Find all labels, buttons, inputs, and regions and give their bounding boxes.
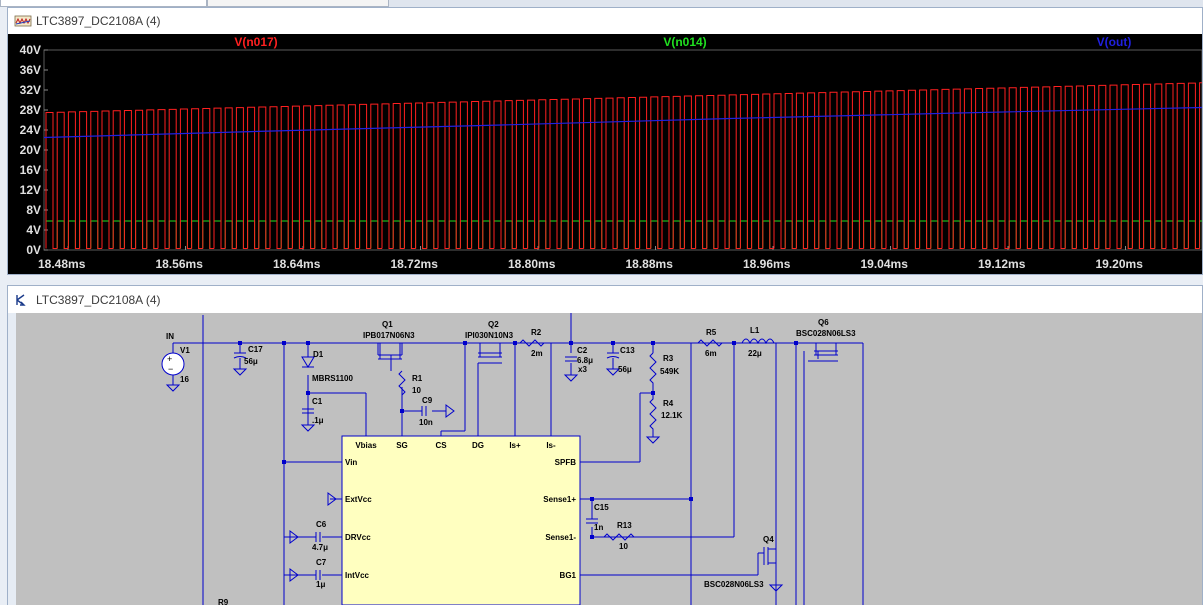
schematic-window[interactable]: LTC3897_DC2108A (4) Vbias SG CS DG Is+ I… xyxy=(7,285,1203,605)
x-tick-label: 18.80ms xyxy=(508,257,556,271)
ic-pin-bg1: BG1 xyxy=(560,571,577,580)
r5-value: 6m xyxy=(705,349,717,358)
trace-label-vn014[interactable]: V(n014) xyxy=(663,35,706,49)
in-net-label: IN xyxy=(166,332,174,341)
q2-ref: Q2 xyxy=(488,320,499,329)
v1-ref: V1 xyxy=(180,346,190,355)
y-tick-label: 12V xyxy=(20,183,41,197)
x-tick-label: 18.48ms xyxy=(38,257,86,271)
ic-pin-drvcc: DRVcc xyxy=(345,533,371,542)
c2-ref: C2 xyxy=(577,346,588,355)
ic-pin-is: Is- xyxy=(546,441,556,450)
schematic-editor-icon xyxy=(16,293,26,306)
c6-value: 4.7μ xyxy=(312,543,328,552)
r4-ref: R4 xyxy=(663,399,674,408)
ic-pin-intvcc: IntVcc xyxy=(345,571,370,580)
x-tick-label: 18.88ms xyxy=(626,257,674,271)
v1-value: 16 xyxy=(180,375,189,384)
c6-ref: C6 xyxy=(316,520,327,529)
waveform-plot[interactable]: 40V 36V 32V 28V 24V 20V 16V 12V 8V 4V 0V 18.48ms 18… xyxy=(8,34,1202,274)
trace-label-vout[interactable]: V(out) xyxy=(1097,35,1132,49)
c7-ref: C7 xyxy=(316,558,327,567)
c7-value: 1μ xyxy=(316,580,325,589)
trace-label-vn017[interactable]: V(n017) xyxy=(234,35,277,49)
schematic-titlebar[interactable]: LTC3897_DC2108A (4) xyxy=(8,286,1202,313)
schematic-window-title: LTC3897_DC2108A (4) xyxy=(36,292,161,307)
y-tick-label: 4V xyxy=(26,223,41,237)
c2-value: 6.8μ xyxy=(577,356,593,365)
ic-pin-sense1: Sense1- xyxy=(545,533,576,542)
x-tick-label: 18.96ms xyxy=(743,257,791,271)
ic-pin-dg: DG xyxy=(472,441,484,450)
y-tick-label: 36V xyxy=(20,63,41,77)
schematic-canvas[interactable]: Vbias SG CS DG Is+ Is- Vin ExtVcc DRVcc IntVcc SPF… xyxy=(8,313,1202,605)
r1-value: 10 xyxy=(412,386,421,395)
r3-ref: R3 xyxy=(663,354,674,363)
q1-ref: Q1 xyxy=(382,320,393,329)
ic-pin-sg: SG xyxy=(396,441,408,450)
c15-ref: C15 xyxy=(594,503,609,512)
c1-ref: C1 xyxy=(312,397,323,406)
ltc3897-ic-body[interactable] xyxy=(341,435,581,605)
tab-partial[interactable] xyxy=(0,0,207,7)
q6-ref: Q6 xyxy=(818,318,829,327)
ic-pin-extvcc: ExtVcc xyxy=(345,495,372,504)
d1-ref: D1 xyxy=(313,350,324,359)
ic-pin-sense1: Sense1+ xyxy=(543,495,576,504)
r9-ref: R9 xyxy=(218,598,229,605)
c17-value: 56μ xyxy=(244,357,258,366)
ic-pin-spfb: SPFB xyxy=(555,458,577,467)
l1-ref: L1 xyxy=(750,326,760,335)
v1-plus-sign: + xyxy=(167,354,172,364)
y-tick-label: 20V xyxy=(20,143,41,157)
y-tick-label: 24V xyxy=(20,123,41,137)
x-tick-label: 19.20ms xyxy=(1096,257,1144,271)
r13-ref: R13 xyxy=(617,521,632,530)
c13-value: 56μ xyxy=(618,365,632,374)
r2-ref: R2 xyxy=(531,328,542,337)
q6-value: BSC028N06LS3 xyxy=(796,329,856,338)
q4-value: BSC028N06LS3 xyxy=(704,580,764,589)
top-tab-strip xyxy=(0,0,1203,7)
y-tick-label: 32V xyxy=(20,83,41,97)
c13-ref: C13 xyxy=(620,346,635,355)
ic-pin-cs: CS xyxy=(435,441,447,450)
c15-value: 1n xyxy=(594,523,603,532)
waveform-viewer-icon xyxy=(14,15,32,27)
x-tick-label: 19.12ms xyxy=(978,257,1026,271)
l1-value: 22μ xyxy=(748,349,762,358)
c9-value: 10n xyxy=(419,418,433,427)
ic-pin-vbias: Vbias xyxy=(355,441,377,450)
ic-pin-is: Is+ xyxy=(509,441,521,450)
q2-value: IPI030N10N3 xyxy=(465,331,514,340)
c17-ref: C17 xyxy=(248,345,263,354)
y-tick-label: 16V xyxy=(20,163,41,177)
x-tick-label: 19.04ms xyxy=(861,257,909,271)
x-tick-label: 18.56ms xyxy=(156,257,204,271)
y-tick-label: 40V xyxy=(20,43,41,57)
q1-value: IPB017N06N3 xyxy=(363,331,415,340)
q4-ref: Q4 xyxy=(763,535,774,544)
tab-partial-2[interactable] xyxy=(207,0,389,7)
r4-value: 12.1K xyxy=(661,411,683,420)
c1-value: .1μ xyxy=(312,416,324,425)
c9-ref: C9 xyxy=(422,396,433,405)
y-tick-label: 28V xyxy=(20,103,41,117)
y-tick-label: 0V xyxy=(26,243,41,257)
waveform-titlebar[interactable]: LTC3897_DC2108A (4) xyxy=(8,8,1202,34)
ic-pin-vin: Vin xyxy=(345,458,357,467)
r13-value: 10 xyxy=(619,542,628,551)
r2-value: 2m xyxy=(531,349,543,358)
waveform-window-title: LTC3897_DC2108A (4) xyxy=(36,14,161,28)
v1-minus-sign: − xyxy=(168,364,173,374)
d1-value: MBRS1100 xyxy=(312,374,353,383)
r3-value: 549K xyxy=(660,367,679,376)
r5-ref: R5 xyxy=(706,328,717,337)
y-tick-label: 8V xyxy=(26,203,41,217)
c2-multiplier: x3 xyxy=(578,365,587,374)
x-tick-label: 18.72ms xyxy=(391,257,439,271)
waveform-window[interactable]: LTC3897_DC2108A (4) 40V 36V 32V 28V 24V 20V 16… xyxy=(7,7,1203,275)
r1-ref: R1 xyxy=(412,374,423,383)
x-tick-label: 18.64ms xyxy=(273,257,321,271)
